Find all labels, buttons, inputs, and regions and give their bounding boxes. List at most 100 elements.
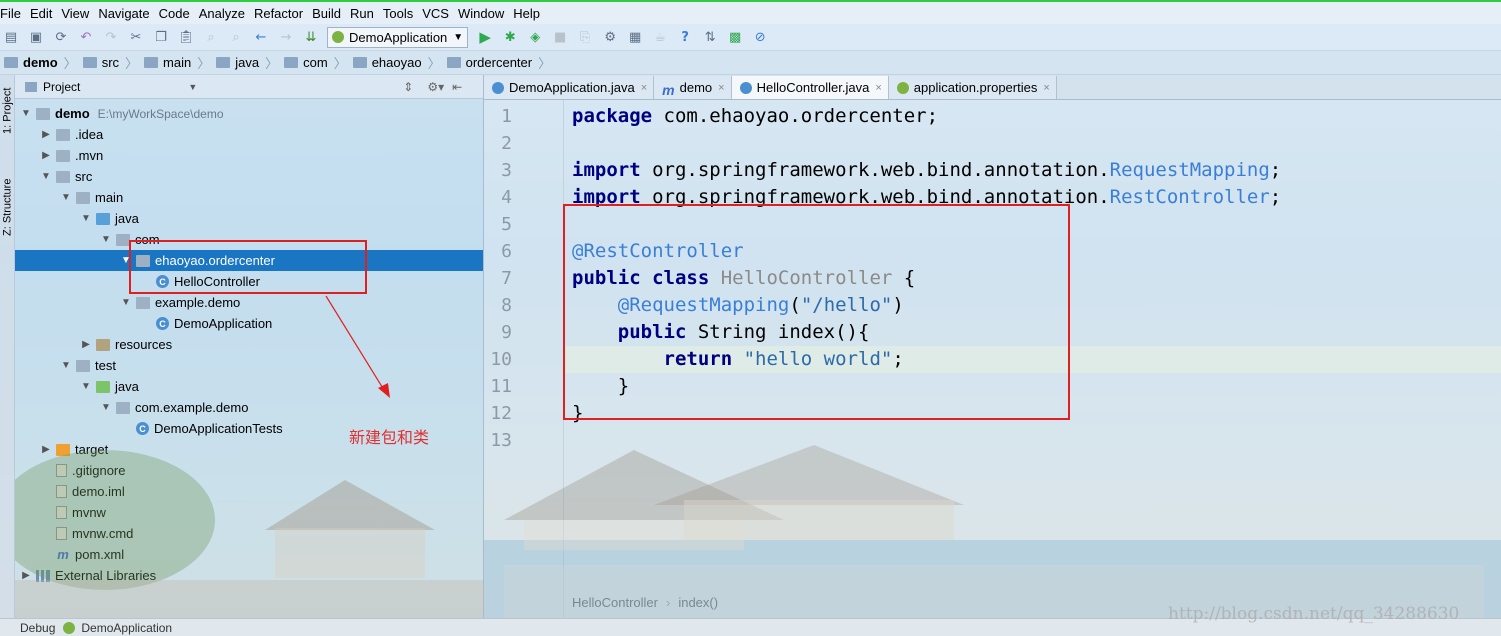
chevron-down-icon[interactable]: ▼ bbox=[99, 402, 113, 413]
breadcrumb-item-src[interactable]: src 〉 bbox=[77, 53, 138, 72]
menu-item-vcs[interactable]: VCS bbox=[422, 6, 449, 21]
open-icon[interactable]: ▤ bbox=[2, 28, 20, 46]
attach-icon[interactable]: ⎘ bbox=[576, 28, 594, 46]
chevron-down-icon[interactable]: ▼ bbox=[59, 192, 73, 203]
debug-status-label[interactable]: Debug bbox=[20, 621, 55, 635]
find-icon[interactable]: ⌕ bbox=[202, 28, 220, 46]
tree-item[interactable]: ▼ demo E:\myWorkSpace\demo bbox=[15, 103, 483, 124]
breadcrumb-item-demo[interactable]: demo 〉 bbox=[4, 53, 77, 72]
menu-item-navigate[interactable]: Navigate bbox=[98, 6, 149, 21]
settings-icon[interactable]: ⚙ bbox=[601, 28, 619, 46]
tree-item[interactable]: ▼ main bbox=[15, 187, 483, 208]
help-icon[interactable]: ? bbox=[676, 28, 694, 46]
breadcrumb-item-java[interactable]: java 〉 bbox=[210, 53, 278, 72]
monitor-icon[interactable]: ▩ bbox=[726, 28, 744, 46]
save-icon[interactable]: ▣ bbox=[27, 28, 45, 46]
close-icon[interactable]: × bbox=[641, 82, 647, 94]
chevron-right-icon[interactable]: ▶ bbox=[79, 339, 93, 350]
undo-icon[interactable]: ↶ bbox=[77, 28, 95, 46]
chevron-right-icon[interactable]: ▶ bbox=[39, 129, 53, 140]
back-icon[interactable]: ← bbox=[252, 28, 270, 46]
tree-item[interactable]: m pom.xml bbox=[15, 544, 483, 565]
gear-icon[interactable]: ⚙▾ bbox=[427, 80, 444, 94]
chevron-right-icon[interactable]: ▶ bbox=[39, 444, 53, 455]
breadcrumb-item-ordercenter[interactable]: ordercenter 〉 bbox=[441, 53, 551, 72]
tree-item[interactable]: .gitignore bbox=[15, 460, 483, 481]
vcs-icon[interactable]: ⇅ bbox=[701, 28, 719, 46]
build-icon[interactable]: ⇊ bbox=[302, 28, 320, 46]
tree-item[interactable]: ▶ .mvn bbox=[15, 145, 483, 166]
forward-icon[interactable]: → bbox=[277, 28, 295, 46]
run-config-select[interactable]: DemoApplication ▼ bbox=[327, 26, 469, 48]
chevron-down-icon[interactable]: ▼ bbox=[79, 381, 93, 392]
menu-item-analyze[interactable]: Analyze bbox=[199, 6, 245, 21]
tree-item[interactable]: ▶ External Libraries bbox=[15, 565, 483, 586]
cut-icon[interactable]: ✂ bbox=[127, 28, 145, 46]
menu-item-build[interactable]: Build bbox=[312, 6, 341, 21]
tree-item[interactable]: ▼ src bbox=[15, 166, 483, 187]
menu-item-code[interactable]: Code bbox=[159, 6, 190, 21]
menu-item-edit[interactable]: Edit bbox=[30, 6, 52, 21]
menu-item-tools[interactable]: Tools bbox=[383, 6, 413, 21]
close-icon[interactable]: × bbox=[1043, 82, 1049, 94]
chevron-down-icon[interactable]: ▼ bbox=[188, 82, 197, 92]
close-icon[interactable]: × bbox=[875, 82, 881, 94]
tree-item[interactable]: ▼ java bbox=[15, 208, 483, 229]
chevron-down-icon[interactable]: ▼ bbox=[59, 360, 73, 371]
tab-hellocontroller-java[interactable]: HelloController.java × bbox=[731, 76, 889, 99]
collapse-icon[interactable]: ⇕ bbox=[403, 80, 413, 94]
run-icon[interactable]: ▶ bbox=[476, 28, 494, 46]
chevron-down-icon[interactable]: ▼ bbox=[99, 234, 113, 245]
menu-item-help[interactable]: Help bbox=[513, 6, 540, 21]
breadcrumb-item-main[interactable]: main 〉 bbox=[138, 53, 210, 72]
hide-icon[interactable]: ⇤ bbox=[452, 80, 462, 94]
chevron-down-icon[interactable]: ▼ bbox=[39, 171, 53, 182]
paste-icon[interactable]: 📋︎ bbox=[177, 28, 195, 46]
stop-icon[interactable]: ■ bbox=[551, 28, 569, 46]
tab-demo[interactable]: m demo × bbox=[654, 76, 732, 99]
chevron-down-icon[interactable]: ▼ bbox=[119, 297, 133, 308]
menu-item-view[interactable]: View bbox=[61, 6, 89, 21]
tab-structure[interactable]: Z: Structure bbox=[0, 167, 15, 247]
coverage-icon[interactable]: ◈ bbox=[526, 28, 544, 46]
breadcrumb-label: java bbox=[235, 55, 260, 70]
tree-item[interactable]: ▶ resources bbox=[15, 334, 483, 355]
sync-icon[interactable]: ⟳ bbox=[52, 28, 70, 46]
copy-icon[interactable]: ❐ bbox=[152, 28, 170, 46]
tree-item[interactable]: ▼ test bbox=[15, 355, 483, 376]
no-icon[interactable]: ⊘ bbox=[751, 28, 769, 46]
tree-item[interactable]: mvnw bbox=[15, 502, 483, 523]
tree-item[interactable]: C DemoApplication bbox=[15, 313, 483, 334]
tree-item[interactable]: ▼ example.demo bbox=[15, 292, 483, 313]
breadcrumb-item-ehaoyao[interactable]: ehaoyao 〉 bbox=[347, 53, 441, 72]
spring-icon bbox=[63, 621, 76, 634]
tab-project[interactable]: 1: Project bbox=[0, 81, 15, 141]
project-structure-icon[interactable]: ▦ bbox=[626, 28, 644, 46]
tree-item[interactable]: ▼ java bbox=[15, 376, 483, 397]
chevron-down-icon[interactable]: ▼ bbox=[79, 213, 93, 224]
tab-application-properties[interactable]: application.properties × bbox=[888, 76, 1057, 99]
tree-item[interactable]: ▶ .idea bbox=[15, 124, 483, 145]
chevron-down-icon[interactable]: ▼ bbox=[19, 108, 33, 119]
menu-item-window[interactable]: Window bbox=[458, 6, 504, 21]
tab-demoapplication-java[interactable]: DemoApplication.java × bbox=[484, 76, 655, 99]
redo-icon[interactable]: ↷ bbox=[102, 28, 120, 46]
editor-crumb-class[interactable]: HelloController bbox=[572, 595, 658, 610]
breadcrumb-item-com[interactable]: com 〉 bbox=[278, 53, 347, 72]
menu-item-refactor[interactable]: Refactor bbox=[254, 6, 303, 21]
debug-status-app[interactable]: DemoApplication bbox=[81, 621, 172, 635]
menu-item-run[interactable]: Run bbox=[350, 6, 374, 21]
highlight-box-package bbox=[129, 240, 367, 294]
tree-item[interactable]: ▼ com.example.demo bbox=[15, 397, 483, 418]
menu-item-file[interactable]: File bbox=[0, 6, 21, 21]
editor-crumb-method[interactable]: index() bbox=[678, 595, 718, 610]
replace-icon[interactable]: ⌕ bbox=[227, 28, 245, 46]
tree-item[interactable]: mvnw.cmd bbox=[15, 523, 483, 544]
close-icon[interactable]: × bbox=[718, 82, 724, 94]
project-view-label[interactable]: Project bbox=[43, 80, 80, 94]
tree-item[interactable]: demo.iml bbox=[15, 481, 483, 502]
sdk-icon[interactable]: ☕ bbox=[651, 28, 669, 46]
chevron-right-icon[interactable]: ▶ bbox=[39, 150, 53, 161]
debug-icon[interactable]: ✱ bbox=[501, 28, 519, 46]
chevron-right-icon[interactable]: ▶ bbox=[19, 570, 33, 581]
